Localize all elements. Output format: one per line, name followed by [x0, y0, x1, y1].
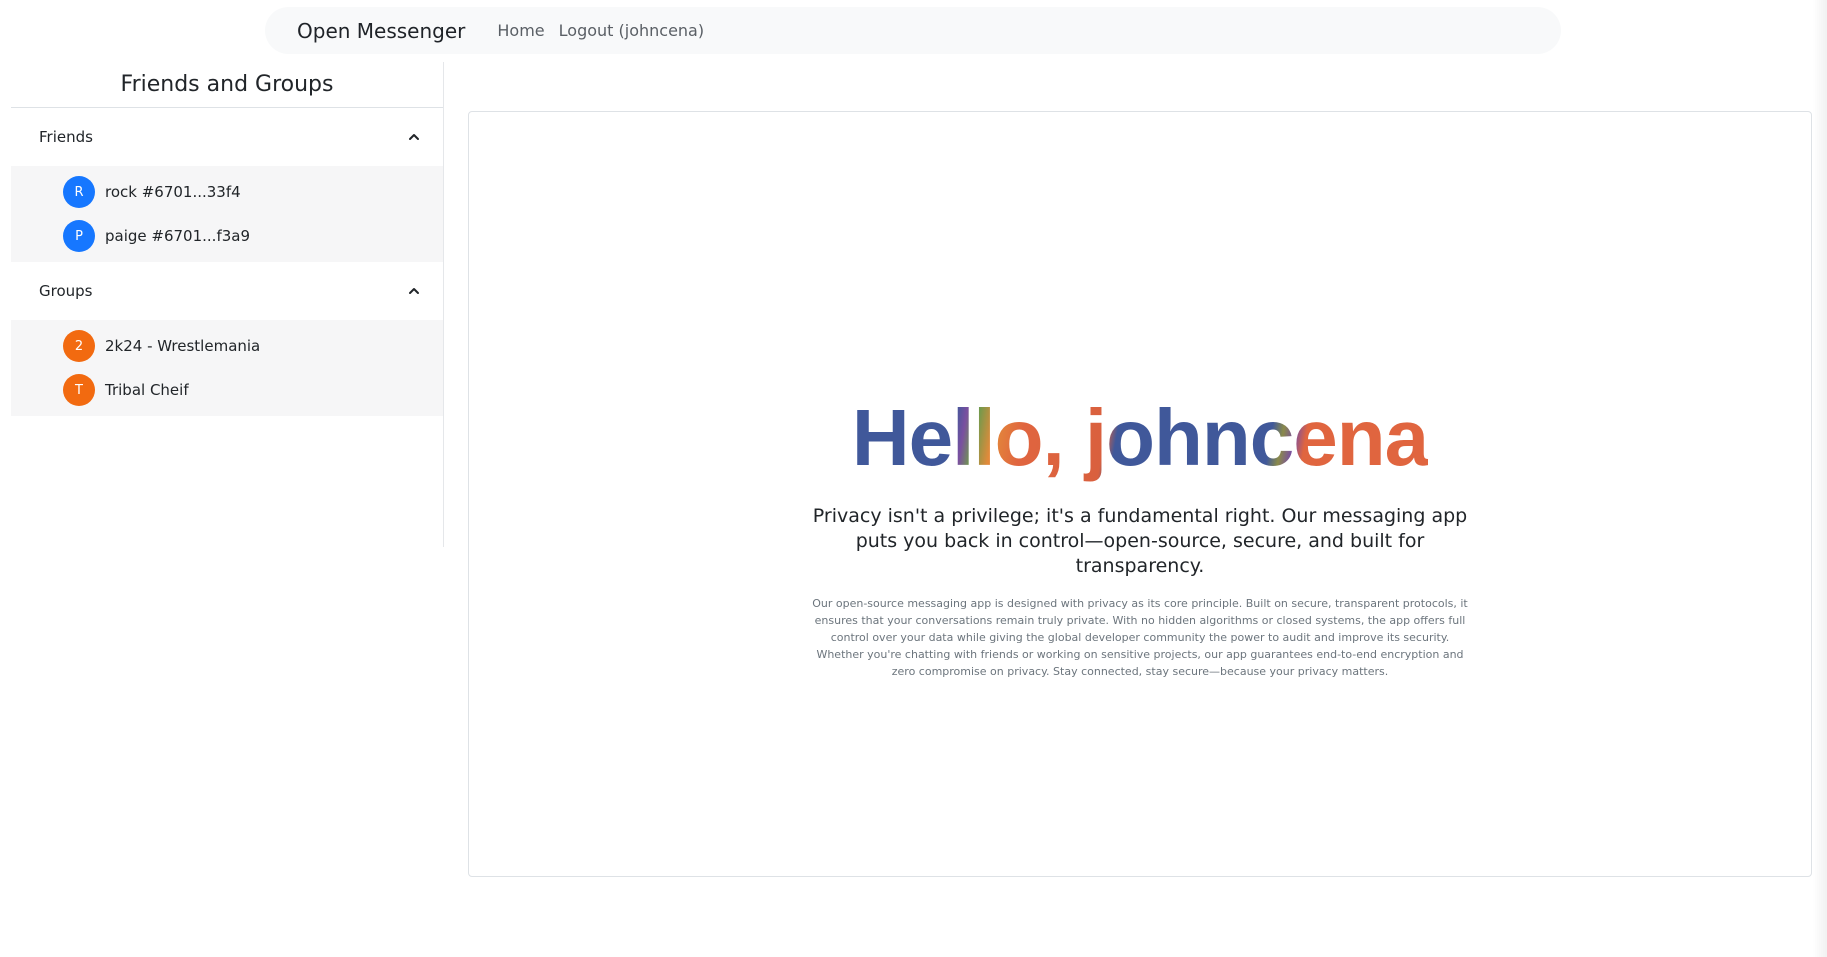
group-label: 2k24 - Wrestlemania: [105, 337, 261, 355]
tagline: Privacy isn't a privilege; it's a fundam…: [812, 505, 1468, 577]
window-edge: [1813, 0, 1827, 957]
chevron-up-icon: [409, 288, 419, 294]
avatar: 2: [63, 330, 95, 362]
nav-logout-link[interactable]: Logout (johncena): [559, 21, 704, 40]
sidebar: Friends and Groups Friends R rock #6701.…: [11, 62, 444, 547]
group-item-wrestlemania[interactable]: 2 2k24 - Wrestlemania: [11, 324, 443, 368]
groups-section-toggle[interactable]: Groups: [11, 262, 443, 320]
friend-item-rock[interactable]: R rock #6701...33f4: [11, 170, 443, 214]
groups-section-label: Groups: [39, 282, 93, 300]
friend-label: rock #6701...33f4: [105, 183, 241, 201]
friend-item-paige[interactable]: P paige #6701...f3a9: [11, 214, 443, 258]
main-panel: Hello, johncena Privacy isn't a privileg…: [468, 111, 1812, 877]
top-navbar: Open Messenger Home Logout (johncena): [265, 7, 1561, 54]
sidebar-title: Friends and Groups: [11, 62, 443, 108]
groups-list: 2 2k24 - Wrestlemania T Tribal Cheif: [11, 320, 443, 416]
avatar: T: [63, 374, 95, 406]
avatar: P: [63, 220, 95, 252]
friends-section-label: Friends: [39, 128, 93, 146]
friends-section-toggle[interactable]: Friends: [11, 108, 443, 166]
nav-home-link[interactable]: Home: [497, 21, 544, 40]
avatar: R: [63, 176, 95, 208]
description: Our open-source messaging app is designe…: [812, 597, 1468, 678]
welcome-hero: Hello, johncena Privacy isn't a privileg…: [469, 392, 1811, 680]
friends-list: R rock #6701...33f4 P paige #6701...f3a9: [11, 166, 443, 262]
brand-link[interactable]: Open Messenger: [297, 19, 465, 43]
greeting-heading: Hello, johncena: [851, 393, 1429, 482]
group-label: Tribal Cheif: [105, 381, 189, 399]
chevron-up-icon: [409, 134, 419, 140]
page: Open Messenger Home Logout (johncena) Fr…: [0, 0, 1827, 957]
nav-links: Home Logout (johncena): [497, 21, 704, 40]
group-item-tribal-cheif[interactable]: T Tribal Cheif: [11, 368, 443, 412]
friend-label: paige #6701...f3a9: [105, 227, 251, 245]
